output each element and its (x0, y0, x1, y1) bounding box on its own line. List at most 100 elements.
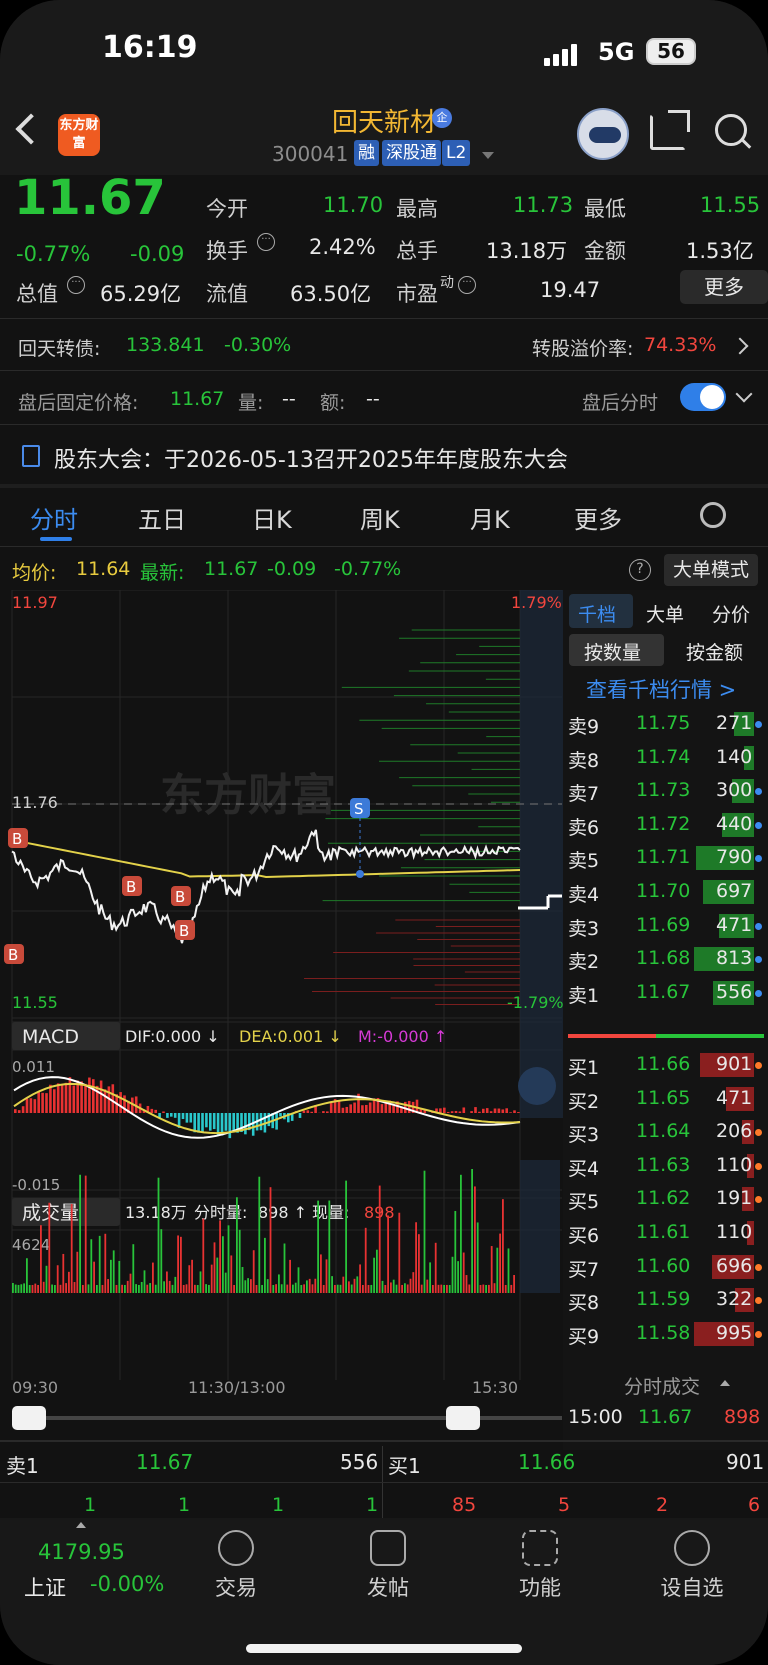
tab-by-amount[interactable]: 按金额 (686, 638, 743, 665)
intraday-chart[interactable]: 东方财富 BBBBBS 11.97 11.76 11.55 1.79% -1.7… (0, 590, 563, 1380)
tab-by-qty[interactable]: 按数量 (584, 638, 641, 665)
home-indicator[interactable] (246, 1644, 522, 1653)
watchlist-icon[interactable] (674, 1530, 710, 1566)
high-value: 11.73 (513, 193, 574, 217)
volume-bar (157, 1177, 160, 1293)
l1-ask-label: 卖1 (6, 1454, 39, 1478)
big-order-mode-button[interactable]: 大单模式 (664, 554, 758, 586)
macd-bar (407, 1100, 411, 1113)
macd-bar (361, 1105, 364, 1113)
post-icon[interactable] (370, 1530, 406, 1566)
bid-queue-item: 6 (748, 1494, 761, 1516)
volume-bar (76, 1251, 79, 1293)
level-qty: 271 (716, 712, 753, 734)
info-icon[interactable]: ··· (458, 276, 476, 294)
volume-bar (210, 1264, 213, 1293)
chevron-up-icon[interactable] (76, 1522, 86, 1528)
volume-bar (420, 1284, 423, 1293)
bond-price: 133.841 (126, 334, 205, 356)
expand-icon[interactable] (518, 1067, 556, 1105)
volume-label[interactable]: 成交量 (22, 1202, 79, 1224)
bond-label[interactable]: 回天转债: (18, 334, 100, 361)
chevron-down-icon[interactable] (735, 385, 753, 403)
macd-label[interactable]: MACD (22, 1026, 79, 1048)
level-label: 买5 (568, 1191, 600, 1214)
volume-bar (182, 1284, 185, 1293)
index-change[interactable]: -0.00% (90, 1572, 164, 1596)
volume-bar (26, 1258, 28, 1293)
tab-daily-k[interactable]: 日K (252, 500, 292, 535)
help-icon[interactable]: ? (629, 559, 651, 581)
functions-icon[interactable] (522, 1530, 558, 1566)
tab-monthly-k[interactable]: 月K (470, 500, 510, 535)
tab-five-day[interactable]: 五日 (138, 500, 186, 535)
nav-trade[interactable]: 交易 (186, 1572, 286, 1602)
tab-thousand-levels[interactable]: 千档 (578, 600, 616, 627)
view-levels-link[interactable]: 查看千档行情 > (586, 674, 736, 704)
macd-bar (474, 1107, 477, 1113)
ticks-label[interactable]: 分时成交 (624, 1372, 700, 1399)
assistant-robot-icon[interactable] (577, 108, 629, 160)
macd-m: M:-0.000 ↑ (358, 1027, 447, 1046)
macd-bar (29, 1098, 33, 1113)
range-handle-left[interactable] (12, 1406, 46, 1430)
index-value[interactable]: 4179.95 (38, 1540, 125, 1564)
tab-big-orders[interactable]: 大单 (646, 600, 684, 627)
tab-weekly-k[interactable]: 周K (360, 500, 400, 535)
macd-bar (306, 1110, 310, 1113)
divider (0, 370, 768, 371)
amount-value: 1.53亿 (686, 239, 754, 263)
volume-bar (202, 1218, 205, 1293)
nav-watchlist[interactable]: 设自选 (642, 1572, 742, 1602)
time-mid: 11:30/13:00 (188, 1378, 286, 1397)
watermark: 东方财富 (160, 770, 336, 821)
volume-bar (437, 1284, 440, 1293)
tab-price-dist[interactable]: 分价 (712, 600, 750, 627)
volume-bar (283, 1243, 286, 1293)
change-pct: -0.77% (16, 242, 91, 266)
chevron-right-icon[interactable] (731, 337, 749, 355)
volume-bar (115, 1284, 118, 1293)
chevron-up-icon[interactable] (720, 1380, 730, 1386)
volume-bar (479, 1284, 482, 1293)
divider (0, 318, 768, 319)
volume-bar (244, 1280, 247, 1293)
macd-bar (259, 1113, 263, 1131)
level-label: 买9 (568, 1325, 600, 1348)
volume-bar (160, 1229, 163, 1293)
last-tick-price: 11.67 (638, 1406, 693, 1428)
level-qty: 995 (716, 1321, 753, 1344)
macd-bar (209, 1113, 212, 1131)
macd-bar (88, 1077, 91, 1113)
nav-functions[interactable]: 功能 (490, 1572, 590, 1602)
tab-more[interactable]: 更多 (574, 500, 622, 535)
info-icon[interactable]: ··· (257, 233, 275, 251)
tab-intraday[interactable]: 分时 (30, 500, 78, 535)
notice-text[interactable]: 股东大会：于2026-05-13召开2025年年度股东大会 (54, 442, 568, 474)
change-abs: -0.09 (130, 242, 185, 266)
info-icon[interactable]: ··· (67, 276, 85, 294)
range-handle-right[interactable] (446, 1406, 480, 1430)
nav-post[interactable]: 发帖 (338, 1572, 438, 1602)
after-hours-toggle[interactable] (680, 383, 726, 411)
index-name[interactable]: 上证 (24, 1572, 66, 1602)
volume-bar (311, 1284, 314, 1293)
gear-icon[interactable] (700, 502, 726, 528)
level-label: 买8 (568, 1292, 600, 1315)
macd-bar (462, 1107, 466, 1113)
volume-bar (348, 1281, 350, 1293)
volume-bar (300, 1285, 303, 1293)
volume-bar (395, 1284, 398, 1293)
level-label: 买4 (568, 1157, 600, 1180)
pe-value: 19.47 (540, 278, 601, 302)
chevron-down-icon[interactable] (482, 152, 494, 159)
macd-bar (64, 1082, 68, 1113)
macd-bar (99, 1080, 103, 1113)
volume-bar (65, 1283, 67, 1293)
more-button[interactable]: 更多 (680, 270, 768, 304)
volume-bar (418, 1234, 420, 1293)
macd-bar (25, 1098, 29, 1113)
trade-icon[interactable] (218, 1530, 254, 1566)
volume-bar (350, 1284, 353, 1293)
level-price: 11.67 (636, 980, 691, 1003)
